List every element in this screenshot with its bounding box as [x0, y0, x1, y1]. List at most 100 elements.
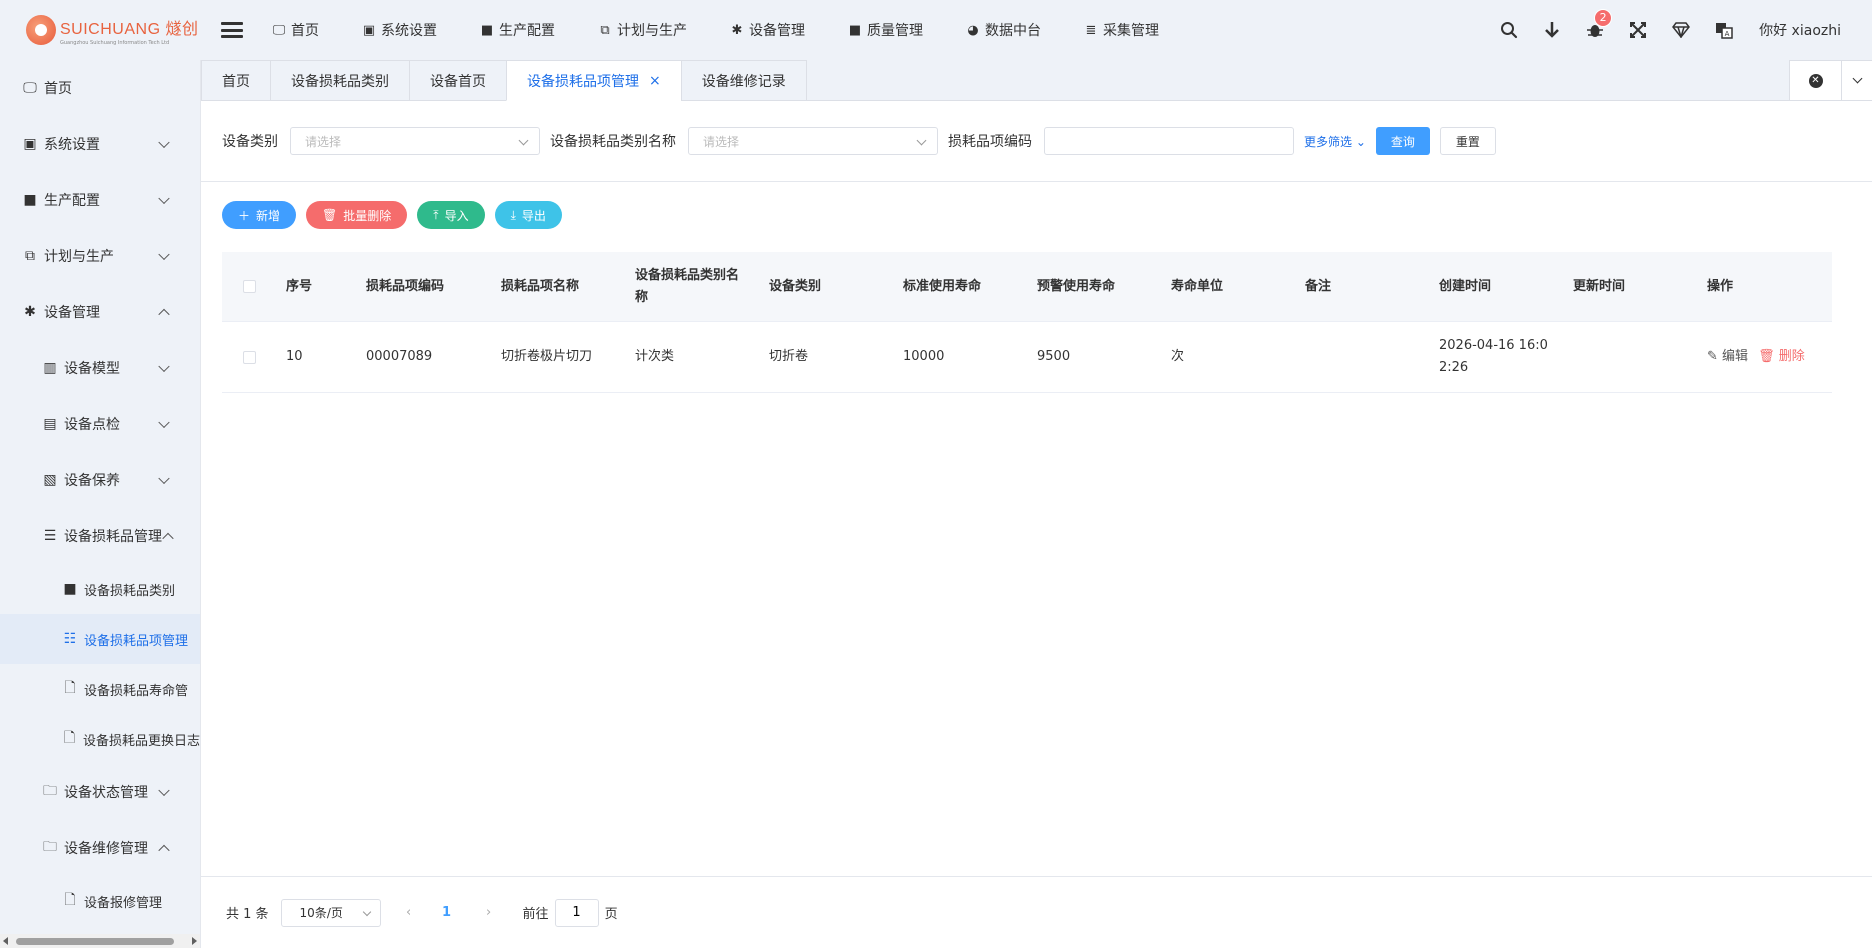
diamond-icon[interactable]	[1670, 19, 1692, 41]
more-filters-link[interactable]: 更多筛选 ⌄	[1304, 133, 1366, 150]
sidebar-item-consumable-items[interactable]: ☷ 设备损耗品项管理	[0, 614, 200, 664]
sidebar-item-consumable-replace-log[interactable]: 🗋 设备损耗品更换日志	[0, 714, 200, 764]
topnav-system-settings[interactable]: ▣ 系统设置	[361, 20, 437, 40]
column-header[interactable]: 寿命单位	[1161, 276, 1295, 298]
column-header[interactable]: 更新时间	[1563, 276, 1697, 298]
tab-consumable-items[interactable]: 设备损耗品项管理 ×	[506, 60, 681, 101]
sidebar-item-planning[interactable]: ⧉ 计划与生产	[0, 228, 200, 284]
topnav-production-config[interactable]: ■ 生产配置	[479, 20, 555, 40]
sidebar-item-repair-request[interactable]: 🗋 设备报修管理	[0, 876, 200, 926]
topnav-data-center[interactable]: ◕ 数据中台	[965, 20, 1041, 40]
tab-menu-button[interactable]	[1842, 61, 1872, 100]
page-number[interactable]: 1	[433, 899, 461, 927]
tab-repair-records[interactable]: 设备维修记录	[680, 60, 807, 101]
folder-icon: 🗀	[43, 839, 57, 855]
column-header[interactable]: 损耗品项名称	[491, 276, 625, 298]
download-arrow-icon[interactable]	[1541, 19, 1563, 41]
sidebar-item-device-repair[interactable]: 🗀 设备维修管理	[0, 820, 200, 876]
prev-page-button[interactable]: ‹	[395, 899, 423, 927]
scrollbar-thumb[interactable]	[16, 938, 174, 945]
chevron-up-icon	[162, 532, 174, 545]
chevron-down-icon	[1852, 73, 1862, 84]
sidebar-item-consumable-life[interactable]: 🗋 设备损耗品寿命管	[0, 664, 200, 714]
reset-button[interactable]: 重置	[1439, 127, 1496, 155]
device-type-select[interactable]: 请选择	[290, 127, 540, 155]
search-icon[interactable]	[1498, 19, 1520, 41]
table-header: 序号 损耗品项编码 损耗品项名称 设备损耗品类别名称 设备类别 标准使用寿命 预…	[222, 252, 1832, 322]
user-greeting[interactable]: 你好 xiaozhi	[1759, 20, 1841, 40]
chevron-down-icon	[158, 416, 170, 429]
cell-code: 00007089	[366, 349, 433, 364]
sidebar-item-device-management[interactable]: ✱ 设备管理	[0, 284, 200, 340]
goto-page-input[interactable]	[554, 898, 599, 927]
export-button[interactable]: ⤓ 导出	[494, 201, 562, 229]
notification-badge: 2	[1594, 9, 1613, 27]
close-icon[interactable]: ×	[649, 73, 661, 89]
sidebar-horizontal-scrollbar[interactable]	[0, 934, 200, 948]
topnav-quality[interactable]: ■ 质量管理	[847, 20, 923, 40]
tab-device-home[interactable]: 设备首页	[409, 60, 506, 101]
consumable-category-select[interactable]: 请选择	[688, 127, 938, 155]
bug-icon[interactable]: 2	[1584, 9, 1613, 41]
topnav-home[interactable]: 🖵 首页	[271, 20, 319, 40]
topnav-planning[interactable]: ⧉ 计划与生产	[597, 20, 687, 40]
chevron-up-icon	[158, 308, 170, 321]
sidebar-item-production-config[interactable]: ■ 生产配置	[0, 172, 200, 228]
table-row[interactable]: 10 00007089 切折卷极片切刀 计次类 切折卷 10000 9500 次…	[222, 322, 1832, 393]
column-header[interactable]: 创建时间	[1429, 276, 1563, 298]
close-circle-icon: ✕	[1808, 73, 1823, 88]
row-checkbox[interactable]	[243, 350, 256, 364]
tab-consumable-category[interactable]: 设备损耗品类别	[270, 60, 409, 101]
column-header[interactable]: 预警使用寿命	[1027, 276, 1161, 298]
chevron-down-icon	[518, 135, 529, 146]
briefcase-icon: ■	[480, 22, 494, 38]
column-header[interactable]: 备注	[1295, 276, 1429, 298]
sidebar-item-device-maintenance[interactable]: ▧ 设备保养	[0, 452, 200, 508]
batch-delete-button[interactable]: 🗑 批量删除	[306, 201, 408, 229]
consumable-category-label: 设备损耗品类别名称	[550, 134, 676, 150]
tab-home[interactable]: 首页	[201, 60, 270, 101]
query-button[interactable]: 查询	[1375, 127, 1430, 155]
column-header: 操作	[1707, 278, 1734, 294]
cell-created: 2026-04-16 16:02:26	[1439, 338, 1548, 375]
page-size-select[interactable]: 10条/页	[280, 898, 381, 927]
sidebar-item-device-status[interactable]: 🗀 设备状态管理	[0, 764, 200, 820]
fullscreen-icon[interactable]	[1627, 19, 1649, 41]
edit-button[interactable]: ✎ 编辑	[1707, 346, 1748, 368]
edit-icon: ✎	[1707, 349, 1718, 364]
top-bar: SUICHUANG 燧创 Guangzhou Suichuang Informa…	[0, 0, 1872, 60]
logo-mark-icon	[26, 15, 56, 45]
close-all-tabs-button[interactable]: ✕	[1790, 61, 1842, 100]
column-header[interactable]: 损耗品项编码	[356, 276, 491, 298]
pagination: 共 1 条 10条/页 ‹ 1 › 前往 页	[201, 876, 1872, 948]
column-header[interactable]: 序号	[276, 276, 356, 298]
logo[interactable]: SUICHUANG 燧创 Guangzhou Suichuang Informa…	[0, 0, 200, 60]
column-header[interactable]: 标准使用寿命	[893, 276, 1027, 298]
delete-button[interactable]: 🗑 删除	[1758, 346, 1805, 368]
checklist-icon: ▤	[43, 416, 57, 432]
add-button[interactable]: ＋新增	[222, 201, 297, 229]
sidebar-item-consumables[interactable]: ☰ 设备损耗品管理	[0, 508, 200, 564]
topnav-device-management[interactable]: ✱ 设备管理	[729, 20, 805, 40]
main-content: 首页 设备损耗品类别 设备首页 设备损耗品项管理 × 设备维修记录 ✕ 设备类别 …	[200, 60, 1872, 948]
next-page-button[interactable]: ›	[475, 899, 503, 927]
import-button[interactable]: ⤒ 导入	[417, 201, 485, 229]
sidebar-item-consumable-category[interactable]: ■ 设备损耗品类别	[0, 564, 200, 614]
book-icon: ■	[63, 581, 77, 597]
scroll-right-icon[interactable]	[192, 937, 197, 945]
sidebar-item-system-settings[interactable]: ▣ 系统设置	[0, 116, 200, 172]
scroll-left-icon[interactable]	[3, 937, 8, 945]
item-code-input[interactable]	[1044, 127, 1294, 155]
menu-toggle-icon[interactable]	[221, 22, 243, 38]
column-header[interactable]: 设备类别	[759, 276, 893, 298]
sidebar-item-device-inspection[interactable]: ▤ 设备点检	[0, 396, 200, 452]
sidebar-item-device-model[interactable]: ▥ 设备模型	[0, 340, 200, 396]
sidebar-item-home[interactable]: 🖵 首页	[0, 60, 200, 116]
column-header[interactable]: 设备损耗品类别名称	[625, 265, 759, 309]
plus-icon: ＋	[238, 208, 251, 223]
select-all-checkbox[interactable]	[243, 280, 256, 293]
chevron-up-icon	[158, 844, 170, 857]
translate-icon[interactable]: A	[1713, 19, 1735, 41]
cell-device-type: 切折卷	[769, 349, 809, 364]
topnav-collection[interactable]: ≣ 采集管理	[1083, 20, 1159, 40]
